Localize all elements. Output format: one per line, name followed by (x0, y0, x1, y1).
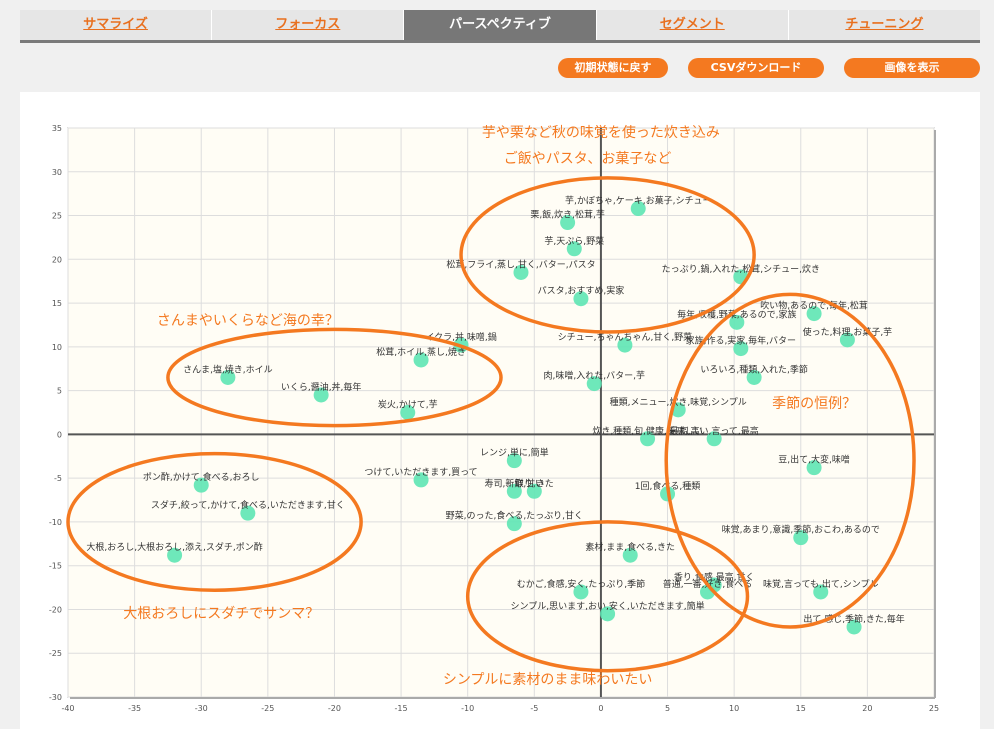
x-tick-label: 5 (665, 704, 670, 713)
y-tick-label: 25 (52, 212, 62, 221)
y-tick-label: -25 (49, 649, 62, 658)
point-label: 栗,飯,炊き,松茸,芋 (530, 209, 604, 221)
tab-segment[interactable]: セグメント (597, 10, 789, 40)
x-tick-label: -15 (395, 704, 408, 713)
point-label: 取り,きた (515, 478, 554, 489)
point-label: シンプル,思います,おい,安く,いただきます,簡単 (511, 600, 705, 612)
point-label: レンジ,単に,簡単 (480, 447, 549, 459)
x-tick-label: -5 (530, 704, 538, 713)
point-label: つけて,いただきます,買って (364, 467, 477, 478)
point-label: 松茸,ホイル,蒸し,焼き (376, 346, 466, 358)
point-label: いくら,醤油,丼,毎年 (281, 381, 362, 393)
reset-button[interactable]: 初期状態に戻す (558, 58, 668, 78)
tab-perspective[interactable]: パースペクティブ (404, 10, 597, 40)
tab-tuning[interactable]: チューニング (789, 10, 980, 40)
point-label: 炭火,かけて,芋 (378, 400, 438, 411)
y-tick-label: -30 (49, 693, 62, 702)
point-label: 種類,メニュー,炊き,味覚,シンプル (610, 396, 747, 408)
x-tick-label: -10 (461, 704, 474, 713)
y-tick-label: -20 (49, 605, 62, 614)
point-label: 芋,かぼちゃ,ケーキ,お菓子,シチュー (565, 195, 711, 207)
csv-download-button[interactable]: CSVダウンロード (688, 58, 824, 78)
point-label: いろいろ,種類,入れた,季節 (700, 363, 808, 375)
y-tick-label: 30 (52, 168, 62, 177)
point-label: 松茸,フライ,蒸し,甘く,バター,パスタ (446, 258, 595, 270)
point-label: 野菜,のった,食べる,たっぷり,甘く (446, 510, 583, 522)
point-label: 使った,料理,お菓子,芋 (803, 326, 893, 338)
x-tick-label: -25 (261, 704, 274, 713)
y-tick-label: 0 (57, 430, 62, 439)
point-label: ポン酢,かけて,食べる,おろし (143, 471, 260, 483)
y-tick-label: 10 (52, 343, 62, 352)
x-tick-label: 15 (796, 704, 806, 713)
y-tick-label: -10 (49, 518, 62, 527)
x-tick-label: 25 (929, 704, 939, 713)
point-label: 素材,まま,食べる,きた (585, 541, 675, 553)
x-tick-label: -20 (328, 704, 341, 713)
point-label: 味覚,言っても,出て,シンプル (763, 578, 878, 590)
annotation-label: シンプルに素材のまま味わいたい (443, 672, 653, 688)
point-label: さんま,塩,焼き,ホイル (183, 363, 273, 375)
point-label: たっぷり,鍋,入れた,松茸,シチュー,炊き (662, 263, 820, 275)
chart-panel: -40 -35 -30 -25 -20 -15 -10 -5 0 5 10 15 20 25 35 30 25 2… (20, 92, 980, 729)
x-tick-label: 0 (598, 704, 603, 713)
x-tick-label: -40 (61, 704, 74, 713)
x-tick-label: -30 (195, 704, 208, 713)
point-label: 豆,出て,大変,味噌 (778, 454, 850, 466)
y-tick-label: -5 (54, 474, 62, 483)
x-tick-label: -35 (128, 704, 141, 713)
point-label: パスタ,おすすめ,実家 (538, 285, 625, 297)
tab-focus[interactable]: フォーカス (212, 10, 405, 40)
point-label: 味覚,あまり,意識,季節,おこわ,あるので (722, 524, 880, 536)
point-label: スダチ,絞って,かけて,食べる,いただきます,甘く (151, 499, 345, 511)
annotation-label: ご飯やパスタ、お菓子など (504, 150, 672, 167)
y-tick-label: 35 (52, 124, 62, 133)
toolbar: 初期状態に戻す CSVダウンロード 画像を表示 (558, 58, 980, 78)
annotation-label: さんまやいくらなど海の幸？ (157, 313, 339, 329)
point-label: 肉,味噌,入れた,バター,芋 (544, 370, 645, 382)
show-image-button[interactable]: 画像を表示 (844, 58, 980, 78)
annotation-label: 大根おろしにスダチでサンマ？ (123, 606, 319, 622)
scatter-chart: -40 -35 -30 -25 -20 -15 -10 -5 0 5 10 15 20 25 35 30 25 2… (49, 124, 939, 713)
y-tick-label: 20 (52, 255, 62, 264)
y-tick-label: 15 (52, 299, 62, 308)
annotation-label: 季節の恒例？ (772, 395, 856, 412)
y-tick-label: 5 (57, 387, 62, 396)
point-label: イクラ,丼,味噌,鍋 (425, 331, 496, 343)
point-label: むかご,食感,安く,たっぷり,季節 (517, 578, 645, 590)
x-tick-label: 10 (729, 704, 739, 713)
y-tick-label: -15 (49, 562, 62, 571)
tab-bar: サマライズ フォーカス パースペクティブ セグメント チューニング (20, 10, 980, 43)
point-label: 大根,おろし,大根おろし,添え,スダチ,ポン酢 (86, 541, 262, 553)
annotation-label: 芋や栗など秋の味覚を使った炊き込み (482, 124, 720, 141)
x-tick-label: 20 (862, 704, 872, 713)
tab-summarize[interactable]: サマライズ (20, 10, 213, 40)
point-label: 最高,高い,言って,最高 (670, 425, 759, 437)
point-label: 芋,天ぷら,野菜 (544, 235, 604, 247)
